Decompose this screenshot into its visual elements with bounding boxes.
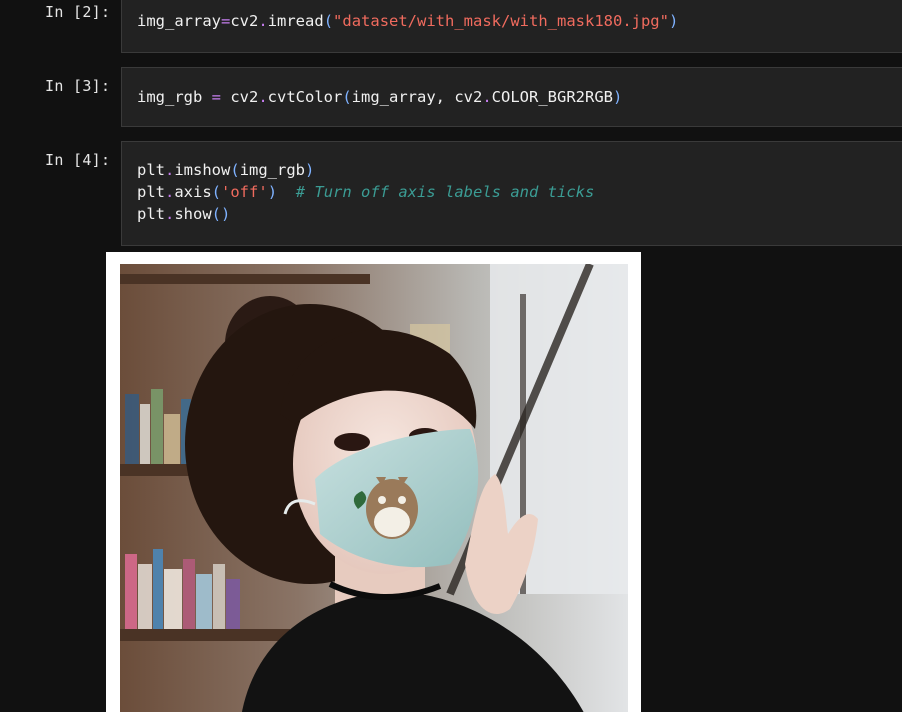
code-token: ) [221,205,231,223]
code-token: ) [305,161,315,179]
code-line: plt.axis('off') # Turn off axis labels a… [137,183,594,201]
code-token: . [165,183,175,201]
code-token: plt [137,161,165,179]
code-token: ( [230,161,240,179]
code-token: img_array [137,12,221,30]
code-token: img_array, cv2 [351,88,483,106]
code-cell-3: In [3]: img_rgb = cv2.cvtColor(img_array… [0,66,902,128]
code-token: ) [267,183,278,201]
code-token: COLOR_BGR2RGB [491,88,613,106]
code-token: # Turn off axis labels and ticks [295,183,595,201]
code-token: img_rgb [239,161,306,179]
code-token: ) [613,88,623,106]
code-token: cv2 [230,12,259,30]
code-token: . [165,205,175,223]
cell-input-editor[interactable]: plt.imshow(img_rgb) plt.axis('off') # Tu… [121,141,902,246]
code-token: img_rgb [137,88,212,106]
code-token: = [221,12,231,30]
code-line: plt.imshow(img_rgb) [137,161,314,179]
cell-prompt: In [2]: [45,3,111,21]
code-token: ( [211,183,222,201]
code-cell-2: In [2]: img_array=cv2.imread("dataset/wi… [0,0,902,60]
code-token: cvtColor [267,88,343,106]
code-token: ( [323,12,334,30]
code-token: imshow [174,161,231,179]
code-line: plt.show() [137,205,230,223]
code-token: show [174,205,212,223]
photo-of-woman-wearing-face-mask [120,264,628,712]
code-token: . [482,88,492,106]
code-line: img_array=cv2.imread("dataset/with_mask/… [137,12,678,30]
notebook: In [2]: img_array=cv2.imread("dataset/wi… [0,0,902,712]
cell-prompt: In [3]: [45,77,111,95]
code-token: plt [137,205,165,223]
code-token: cv2 [221,88,259,106]
code-token: . [165,161,175,179]
code-token: ) [668,12,679,30]
code-token: ( [211,205,222,223]
code-token: . [258,88,268,106]
cell-input-editor[interactable]: img_rgb = cv2.cvtColor(img_array, cv2.CO… [121,67,902,127]
code-cell-4: In [4]: plt.imshow(img_rgb) plt.axis('of… [0,140,902,248]
code-token: = [211,88,221,106]
code-token: 'off' [221,183,268,201]
cell-input-editor[interactable]: img_array=cv2.imread("dataset/with_mask/… [121,0,902,53]
cell-prompt: In [4]: [45,151,111,169]
code-token: ( [342,88,352,106]
cell-output-image [106,252,641,712]
code-token: . [258,12,268,30]
code-token: "dataset/with_mask/with_mask180.jpg" [333,12,669,30]
code-token: plt [137,183,165,201]
code-token: axis [174,183,212,201]
code-token: imread [267,12,324,30]
code-line: img_rgb = cv2.cvtColor(img_array, cv2.CO… [137,88,622,106]
